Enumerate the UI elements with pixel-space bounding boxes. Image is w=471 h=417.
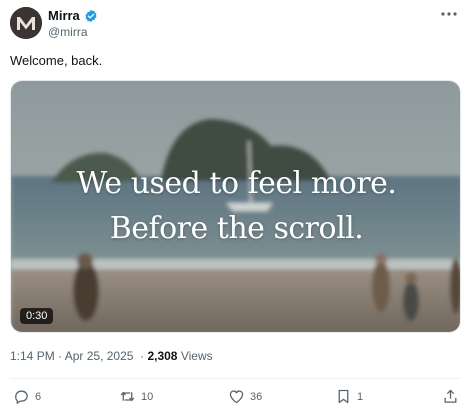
bookmark-button[interactable]: 1: [335, 388, 363, 405]
video-overlay-line1: We used to feel more.: [76, 166, 397, 201]
like-count: 36: [250, 390, 263, 403]
reply-button[interactable]: 6: [13, 388, 41, 405]
views-label: Views: [180, 349, 213, 363]
tweet-meta: 1:14 PM · Apr 25, 2025 · 2,308 Views: [10, 349, 213, 363]
views-count: 2,308: [147, 349, 178, 363]
video-player[interactable]: We used to feel more. Before the scroll.…: [10, 80, 461, 333]
avatar[interactable]: [10, 7, 42, 39]
video-duration-badge: 0:30: [20, 308, 54, 324]
avatar-logo-icon: [10, 7, 42, 39]
meta-separator: ·: [54, 349, 65, 363]
heart-icon: [229, 390, 244, 404]
more-options-icon[interactable]: [439, 6, 459, 22]
reply-count: 6: [35, 390, 42, 403]
display-name[interactable]: Mirra: [48, 8, 80, 23]
action-bar: 6 10 36 1: [0, 388, 471, 408]
verified-badge-icon: [85, 9, 97, 22]
like-button[interactable]: 36: [228, 388, 262, 405]
repost-count: 10: [141, 390, 154, 403]
tweet-text: Welcome, back.: [10, 53, 103, 68]
post-date[interactable]: Apr 25, 2025: [65, 349, 134, 363]
repost-button[interactable]: 10: [119, 388, 153, 405]
post-time[interactable]: 1:14 PM: [10, 349, 55, 363]
reply-icon: [15, 390, 28, 404]
video-thumbnail: [11, 81, 460, 332]
bookmark-count: 1: [357, 390, 364, 403]
share-button[interactable]: [442, 388, 459, 405]
share-icon: [444, 389, 457, 403]
user-handle[interactable]: @mirra: [48, 25, 88, 39]
bookmark-icon: [338, 389, 349, 404]
repost-icon: [120, 391, 135, 402]
divider: [10, 378, 461, 379]
video-overlay-line2: Before the scroll.: [109, 211, 364, 246]
